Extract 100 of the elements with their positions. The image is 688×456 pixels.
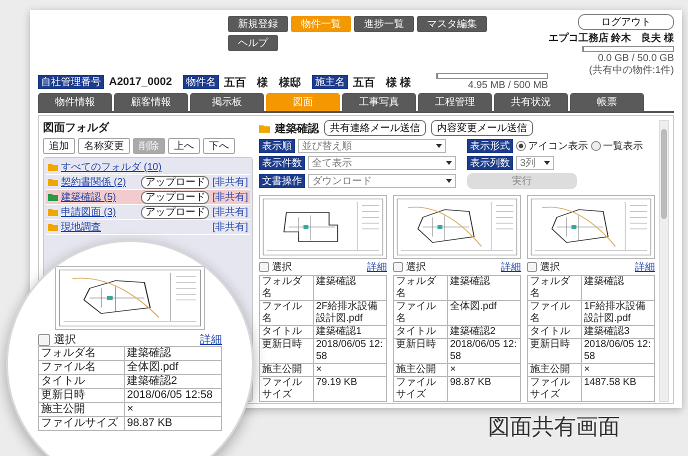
table-cell: 98.87 KB: [448, 376, 520, 402]
help-button[interactable]: ヘルプ: [228, 35, 278, 51]
folder-link[interactable]: 申請図面 (3): [61, 205, 138, 219]
folder-link[interactable]: 現地調査: [61, 220, 210, 234]
table-cell: 建築確認3: [582, 326, 654, 338]
radio-button[interactable]: [591, 141, 601, 151]
checkbox[interactable]: [259, 262, 269, 272]
upload-button[interactable]: アップロード: [141, 190, 210, 204]
share-link[interactable]: [非共有]: [212, 220, 248, 234]
caption: 図面共有画面: [488, 414, 620, 442]
checkbox[interactable]: [393, 262, 403, 272]
field-label: 表示列数: [467, 156, 513, 170]
panel-title: 図面フォルダ: [43, 120, 110, 135]
table-cell: 施主公開: [260, 364, 314, 376]
field-label: 表示件数: [259, 156, 305, 170]
table-cell: ファイルサイズ: [38, 416, 124, 430]
dropdown[interactable]: 並び替え順: [298, 139, 446, 153]
table-cell: 全体図.pdf: [448, 300, 520, 326]
user-name: エプコ工務店 鈴木 良夫 様: [548, 31, 674, 45]
scrollbar[interactable]: [659, 120, 669, 402]
table-cell: タイトル: [394, 326, 448, 338]
table-cell: 更新日時: [394, 338, 448, 364]
table-cell: フォルダ名: [260, 276, 314, 300]
tab[interactable]: 物件情報: [38, 93, 112, 111]
field-label: 文書操作: [259, 174, 305, 188]
nav-button[interactable]: 新規登録: [228, 16, 288, 32]
table-cell: 79.19 KB: [314, 376, 386, 402]
table-cell: 建築確認: [124, 346, 222, 360]
select-label: 選択: [406, 261, 427, 274]
tab[interactable]: 工事写真: [342, 93, 416, 111]
dropdown[interactable]: 3列: [516, 156, 554, 170]
table-cell: 更新日時: [38, 388, 124, 402]
folder-title: 建築確認: [275, 120, 319, 136]
table-cell: 建築確認: [582, 276, 654, 300]
table-cell: 98.87 KB: [124, 416, 222, 430]
table-cell: ×: [314, 364, 386, 376]
field-value: A2017_0002: [109, 76, 172, 88]
tab[interactable]: 工程管理: [418, 93, 492, 111]
share-link[interactable]: [非共有]: [212, 205, 248, 219]
folder-item[interactable]: 申請図面 (3) アップロード [非共有]: [46, 205, 250, 220]
nav-button[interactable]: マスタ編集: [417, 16, 487, 32]
upload-button[interactable]: アップロード: [141, 206, 210, 218]
table-cell: 2018/06/05 12:58: [582, 338, 654, 364]
table-cell: 2018/06/05 12:58: [448, 338, 520, 364]
usage-reading: 4.95 MB / 500 MB: [467, 80, 548, 91]
table-cell: 更新日時: [260, 338, 314, 364]
tab[interactable]: 顧客情報: [114, 93, 188, 111]
detail-link[interactable]: 詳細: [635, 260, 655, 274]
field-label: 施主名: [312, 75, 348, 89]
select-label: 選択: [540, 261, 561, 274]
checkbox[interactable]: [38, 334, 50, 346]
radio-label: 一覧表示: [603, 140, 643, 153]
table-cell: フォルダ名: [38, 346, 124, 360]
radio-label: アイコン表示: [528, 140, 588, 153]
folder-button[interactable]: 追加: [43, 138, 75, 154]
table-cell: 2F給排水設備設計図.pdf: [314, 300, 386, 326]
nav-button[interactable]: 進捗一覧: [354, 16, 414, 32]
radio-button[interactable]: [516, 141, 526, 151]
share-link[interactable]: [非共有]: [212, 190, 248, 204]
tab[interactable]: 掲示板: [190, 93, 264, 111]
folder-button[interactable]: 上へ: [168, 138, 200, 154]
table-cell: 建築確認2: [124, 374, 222, 388]
folder-link[interactable]: 契約書関係 (2): [61, 175, 138, 189]
table-cell: タイトル: [38, 374, 124, 388]
folder-item[interactable]: 建築確認 (5) アップロード [非共有]: [46, 190, 250, 205]
table-cell: ×: [582, 364, 654, 376]
table-cell: 建築確認1: [314, 326, 386, 338]
share-link[interactable]: [非共有]: [212, 175, 248, 189]
tab[interactable]: 帳票: [570, 93, 644, 111]
detail-link[interactable]: 詳細: [200, 332, 222, 347]
folder-icon: [259, 124, 270, 132]
field-label: 自社管理番号: [38, 75, 104, 89]
dropdown[interactable]: 全て表示: [308, 156, 456, 170]
table-cell: 建築確認: [314, 276, 386, 300]
table-cell: タイトル: [528, 326, 582, 338]
table-cell: 建築確認: [448, 276, 520, 300]
logout-button[interactable]: ログアウト: [578, 14, 674, 30]
table-cell: 1F給排水設備設計図.pdf: [582, 300, 654, 326]
table-cell: ファイル名: [394, 300, 448, 326]
field-value: 五百 様 様: [353, 76, 412, 90]
mail-button[interactable]: 内容変更メール送信: [431, 120, 533, 136]
field-label: 表示順: [259, 139, 295, 153]
caret-icon: [436, 144, 442, 148]
caret-icon: [446, 179, 452, 183]
folder-button[interactable]: 下へ: [203, 138, 235, 154]
dropdown[interactable]: ダウンロード: [308, 174, 456, 188]
upload-button[interactable]: アップロード: [141, 176, 210, 188]
detail-link[interactable]: 詳細: [501, 260, 521, 274]
folder-button[interactable]: 名称変更: [78, 138, 130, 154]
mail-button[interactable]: 共有連絡メール送信: [324, 120, 426, 136]
folder-item[interactable]: 現地調査 [非共有]: [46, 220, 250, 235]
table-cell: ファイル名: [260, 300, 314, 326]
table-cell: ファイルサイズ: [260, 376, 314, 402]
checkbox[interactable]: [527, 262, 537, 272]
folder-link[interactable]: 建築確認 (5): [61, 190, 138, 204]
table-cell: 更新日時: [528, 338, 582, 364]
tab[interactable]: 共有状況: [494, 93, 568, 111]
select-label: 選択: [54, 333, 77, 347]
detail-link[interactable]: 詳細: [367, 260, 387, 274]
table-cell: 建築確認2: [448, 326, 520, 338]
